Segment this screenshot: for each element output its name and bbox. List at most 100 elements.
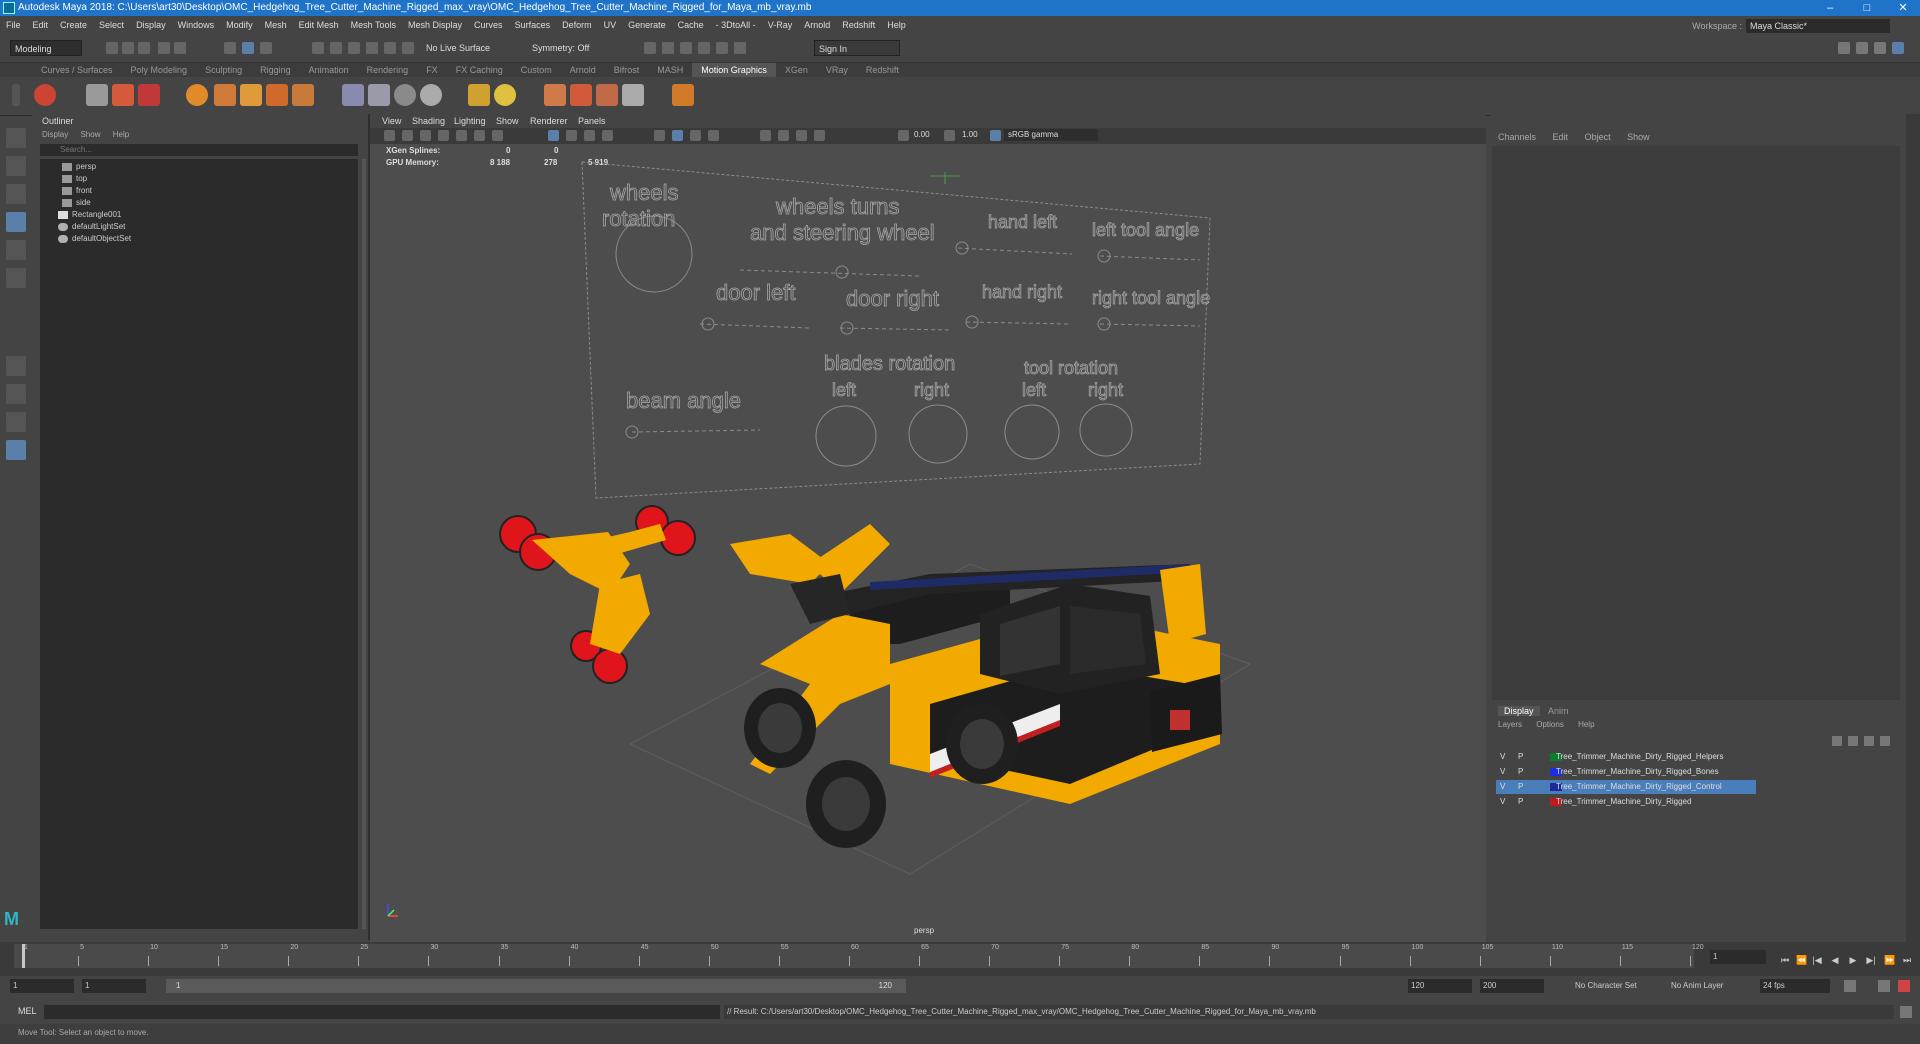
minimize-button[interactable]: – — [1815, 0, 1845, 16]
attribute-editor-toggle-icon[interactable] — [1892, 42, 1904, 54]
snap-point-icon[interactable] — [348, 42, 360, 54]
tab-anim[interactable]: Anim — [1542, 706, 1575, 716]
shadows-icon[interactable] — [690, 130, 701, 141]
layer-row[interactable]: V P Tree_Trimmer_Machine_Dirty_Rigged_Help… — [1496, 750, 1906, 764]
layer-row[interactable]: V P Tree_Trimmer_Machine_Dirty_Rigged_Cont… — [1496, 780, 1906, 794]
ambient-occlusion-icon[interactable] — [708, 130, 719, 141]
layer-menu-options[interactable]: Options — [1536, 720, 1564, 729]
menu-display[interactable]: Display — [130, 16, 172, 34]
shelf-tab-arnold[interactable]: Arnold — [561, 63, 605, 77]
tab-display[interactable]: Display — [1498, 706, 1540, 716]
new-scene-icon[interactable] — [106, 42, 118, 54]
dynamics-icon[interactable] — [544, 84, 566, 106]
character-set-dropdown[interactable]: No Character Set — [1572, 979, 1656, 993]
viewport-menu-panels[interactable]: Panels — [578, 116, 606, 126]
outliner-menu-display[interactable]: Display — [42, 130, 68, 139]
layer-visibility-toggle[interactable]: V — [1500, 780, 1510, 794]
tool-rotation-right-dial[interactable] — [1079, 403, 1133, 457]
play-forwards-icon[interactable]: ▶ — [1848, 955, 1858, 965]
hand-left-slider[interactable] — [957, 247, 1073, 255]
select-tool-icon[interactable] — [6, 128, 26, 148]
playback-end-field[interactable]: 120 — [1408, 979, 1472, 993]
menu-select[interactable]: Select — [93, 16, 130, 34]
layer-menu-layers[interactable]: Layers — [1498, 720, 1522, 729]
beam-angle-slider[interactable] — [631, 429, 761, 433]
menu-help[interactable]: Help — [881, 16, 912, 34]
left-tool-angle-slider[interactable] — [1099, 255, 1201, 261]
shelf-tab-sculpting[interactable]: Sculpting — [196, 63, 251, 77]
menu-surfaces[interactable]: Surfaces — [509, 16, 557, 34]
sweep-icon[interactable] — [368, 84, 390, 106]
shelf-tab-curves-surfaces[interactable]: Curves / Surfaces — [32, 63, 122, 77]
shelf-tab-rigging[interactable]: Rigging — [251, 63, 300, 77]
channel-box-toggle-icon[interactable] — [1874, 42, 1886, 54]
shelf-tab-poly-modeling[interactable]: Poly Modeling — [122, 63, 197, 77]
layer-visibility-toggle[interactable]: V — [1500, 795, 1510, 809]
loop-icon[interactable] — [1844, 980, 1856, 992]
mash-network-icon[interactable] — [186, 84, 208, 106]
layer-visibility-toggle[interactable]: V — [1500, 750, 1510, 764]
current-frame-field[interactable]: 1 — [1710, 950, 1766, 964]
layer-playback-toggle[interactable]: P — [1518, 750, 1528, 764]
workspace-selector[interactable]: Workspace : Maya Classic* — [1692, 17, 1890, 35]
wireframe-on-shaded-icon[interactable] — [584, 130, 595, 141]
gamma-field[interactable]: 1.00 — [962, 130, 978, 139]
type-tool-icon[interactable] — [112, 84, 134, 106]
side-tabs-strip[interactable] — [1906, 114, 1920, 954]
layer-playback-toggle[interactable]: P — [1518, 765, 1528, 779]
pause-icon[interactable] — [734, 42, 746, 54]
outliner-menu-show[interactable]: Show — [80, 130, 100, 139]
door-left-slider[interactable] — [699, 323, 811, 329]
menu-curves[interactable]: Curves — [468, 16, 509, 34]
steering-slider[interactable] — [739, 269, 921, 277]
menu-uv[interactable]: UV — [598, 16, 623, 34]
menu-edit-mesh[interactable]: Edit Mesh — [293, 16, 345, 34]
menu-modify[interactable]: Modify — [220, 16, 259, 34]
color-management-icon[interactable] — [990, 130, 1001, 141]
new-layer-selected-icon[interactable] — [1880, 736, 1890, 746]
resolution-gate-icon[interactable] — [492, 130, 503, 141]
sun-icon[interactable] — [494, 84, 516, 106]
shelf-tab-redshift[interactable]: Redshift — [857, 63, 908, 77]
select-hierarchy-icon[interactable] — [224, 42, 236, 54]
render-view-icon[interactable] — [716, 42, 728, 54]
history-icon[interactable] — [402, 42, 414, 54]
move-layer-up-icon[interactable] — [1832, 736, 1842, 746]
paint-icon[interactable] — [596, 84, 618, 106]
menu-3dtoall[interactable]: - 3DtoAll - — [710, 16, 762, 34]
exposure-field[interactable]: 0.00 — [914, 130, 930, 139]
snap-view-icon[interactable] — [366, 42, 378, 54]
image-plane-icon[interactable] — [438, 130, 449, 141]
layer-playback-toggle[interactable]: P — [1518, 780, 1528, 794]
menu-create[interactable]: Create — [54, 16, 93, 34]
hand-right-slider[interactable] — [965, 321, 1071, 325]
right-tool-angle-slider[interactable] — [1099, 323, 1201, 327]
go-to-end-icon[interactable]: ⏭ — [1902, 955, 1912, 965]
layer-menu-help[interactable]: Help — [1578, 720, 1594, 729]
viewport-persp[interactable]: XGen Splines: 0 0 GPU Memory: 8 188 278 … — [370, 144, 1486, 942]
four-view-icon[interactable] — [6, 384, 26, 404]
use-all-lights-icon[interactable] — [654, 130, 665, 141]
snap-surface-icon[interactable] — [384, 42, 396, 54]
mel-label[interactable]: MEL — [18, 1006, 37, 1016]
exposure-icon[interactable] — [898, 130, 909, 141]
menu-windows[interactable]: Windows — [172, 16, 221, 34]
spiral-icon[interactable] — [420, 84, 442, 106]
snap-curve-icon[interactable] — [330, 42, 342, 54]
shelf-tab-motion-graphics[interactable]: Motion Graphics — [692, 63, 776, 77]
command-input[interactable] — [44, 1005, 720, 1019]
go-to-start-icon[interactable]: ⏮ — [1780, 955, 1790, 965]
step-back-key-icon[interactable]: |◀ — [1812, 955, 1822, 965]
step-back-icon[interactable]: ⏪ — [1796, 955, 1807, 965]
ipr-render-icon[interactable] — [662, 42, 674, 54]
outliner-search-input[interactable]: Search... — [40, 144, 358, 156]
animation-end-field[interactable]: 200 — [1480, 979, 1544, 993]
viewport-menu-shading[interactable]: Shading — [412, 116, 445, 126]
xray-joints-icon[interactable] — [778, 130, 789, 141]
auto-key-icon[interactable] — [1878, 980, 1890, 992]
xray-icon[interactable] — [602, 130, 613, 141]
save-scene-icon[interactable] — [138, 42, 150, 54]
rotate-tool-icon[interactable] — [6, 240, 26, 260]
outliner-view-icon[interactable] — [6, 440, 26, 460]
mash-distribute-icon[interactable] — [292, 84, 314, 106]
